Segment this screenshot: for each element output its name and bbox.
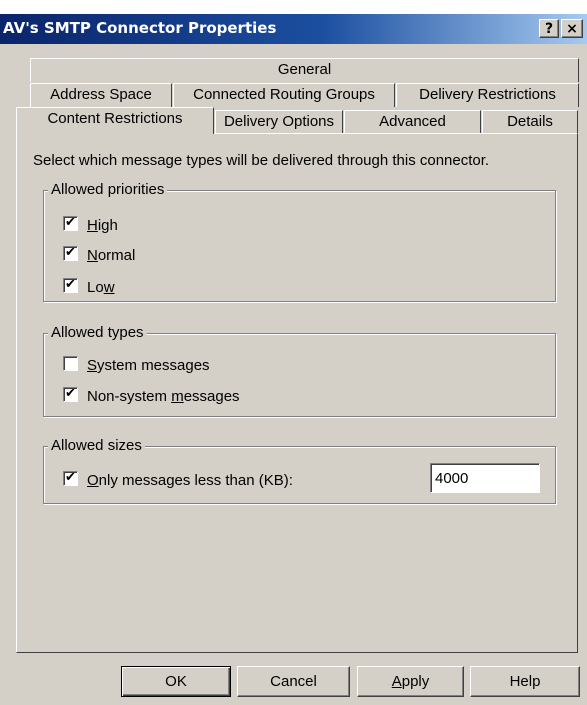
checkbox-non-system-messages[interactable]: ✔ Non-system messages [63, 386, 240, 405]
check-mark-icon: ✔ [65, 470, 76, 485]
help-button[interactable]: Help [470, 666, 580, 697]
tab-delivery-options[interactable]: Delivery Options [215, 110, 343, 134]
tab-label: Details [507, 113, 553, 130]
title-bar[interactable]: AV's SMTP Connector Properties ? × [0, 14, 587, 44]
intro-text: Select which message types will be deliv… [33, 152, 490, 169]
cancel-button[interactable]: Cancel [237, 666, 350, 697]
sizes-legend: Allowed sizes [48, 437, 145, 454]
ok-button[interactable]: OK [121, 666, 231, 697]
tab-delivery-restrictions[interactable]: Delivery Restrictions [396, 83, 579, 107]
tab-label: Connected Routing Groups [193, 86, 375, 103]
checkbox-box[interactable]: ✔ [63, 386, 78, 402]
size-limit-input[interactable] [430, 463, 540, 493]
tab-label: General [277, 61, 332, 78]
priorities-legend: Allowed priorities [48, 181, 168, 198]
checkbox-system-messages[interactable]: System messages [63, 356, 210, 374]
checkbox-box[interactable]: ✔ [63, 245, 78, 261]
checkbox-low[interactable]: ✔ Low [63, 277, 115, 296]
check-mark-icon: ✔ [65, 277, 76, 292]
help-icon[interactable]: ? [539, 19, 559, 38]
tab-label: Address Space [50, 86, 152, 103]
properties-dialog: AV's SMTP Connector Properties ? × Gener… [0, 0, 587, 705]
window-title: AV's SMTP Connector Properties [3, 19, 277, 37]
tab-connected-routing-groups[interactable]: Connected Routing Groups [173, 83, 395, 107]
checkbox-box[interactable] [63, 356, 78, 371]
checkbox-box[interactable]: ✔ [63, 215, 78, 231]
check-mark-icon: ✔ [65, 245, 76, 260]
checkbox-size-limit[interactable]: ✔ Only messages less than (KB): [63, 470, 293, 489]
tab-content-restrictions[interactable]: Content Restrictions [16, 107, 214, 134]
tab-label: Delivery Restrictions [419, 86, 556, 103]
checkbox-box[interactable]: ✔ [63, 470, 78, 486]
check-mark-icon: ✔ [65, 386, 76, 401]
tab-label: Content Restrictions [47, 110, 183, 127]
checkbox-box[interactable]: ✔ [63, 277, 78, 293]
types-legend: Allowed types [48, 324, 147, 341]
check-mark-icon: ✔ [65, 215, 76, 230]
top-strip [0, 0, 587, 14]
checkbox-normal[interactable]: ✔ Normal [63, 245, 135, 264]
tab-general[interactable]: General [30, 58, 579, 82]
tab-advanced[interactable]: Advanced [344, 110, 481, 134]
apply-button[interactable]: Apply [357, 666, 464, 697]
tab-address-space[interactable]: Address Space [30, 83, 172, 107]
tab-details[interactable]: Details [482, 110, 578, 134]
checkbox-high[interactable]: ✔ High [63, 215, 118, 234]
tab-label: Advanced [379, 113, 446, 130]
close-icon[interactable]: × [561, 19, 583, 38]
tab-label: Delivery Options [223, 113, 335, 130]
